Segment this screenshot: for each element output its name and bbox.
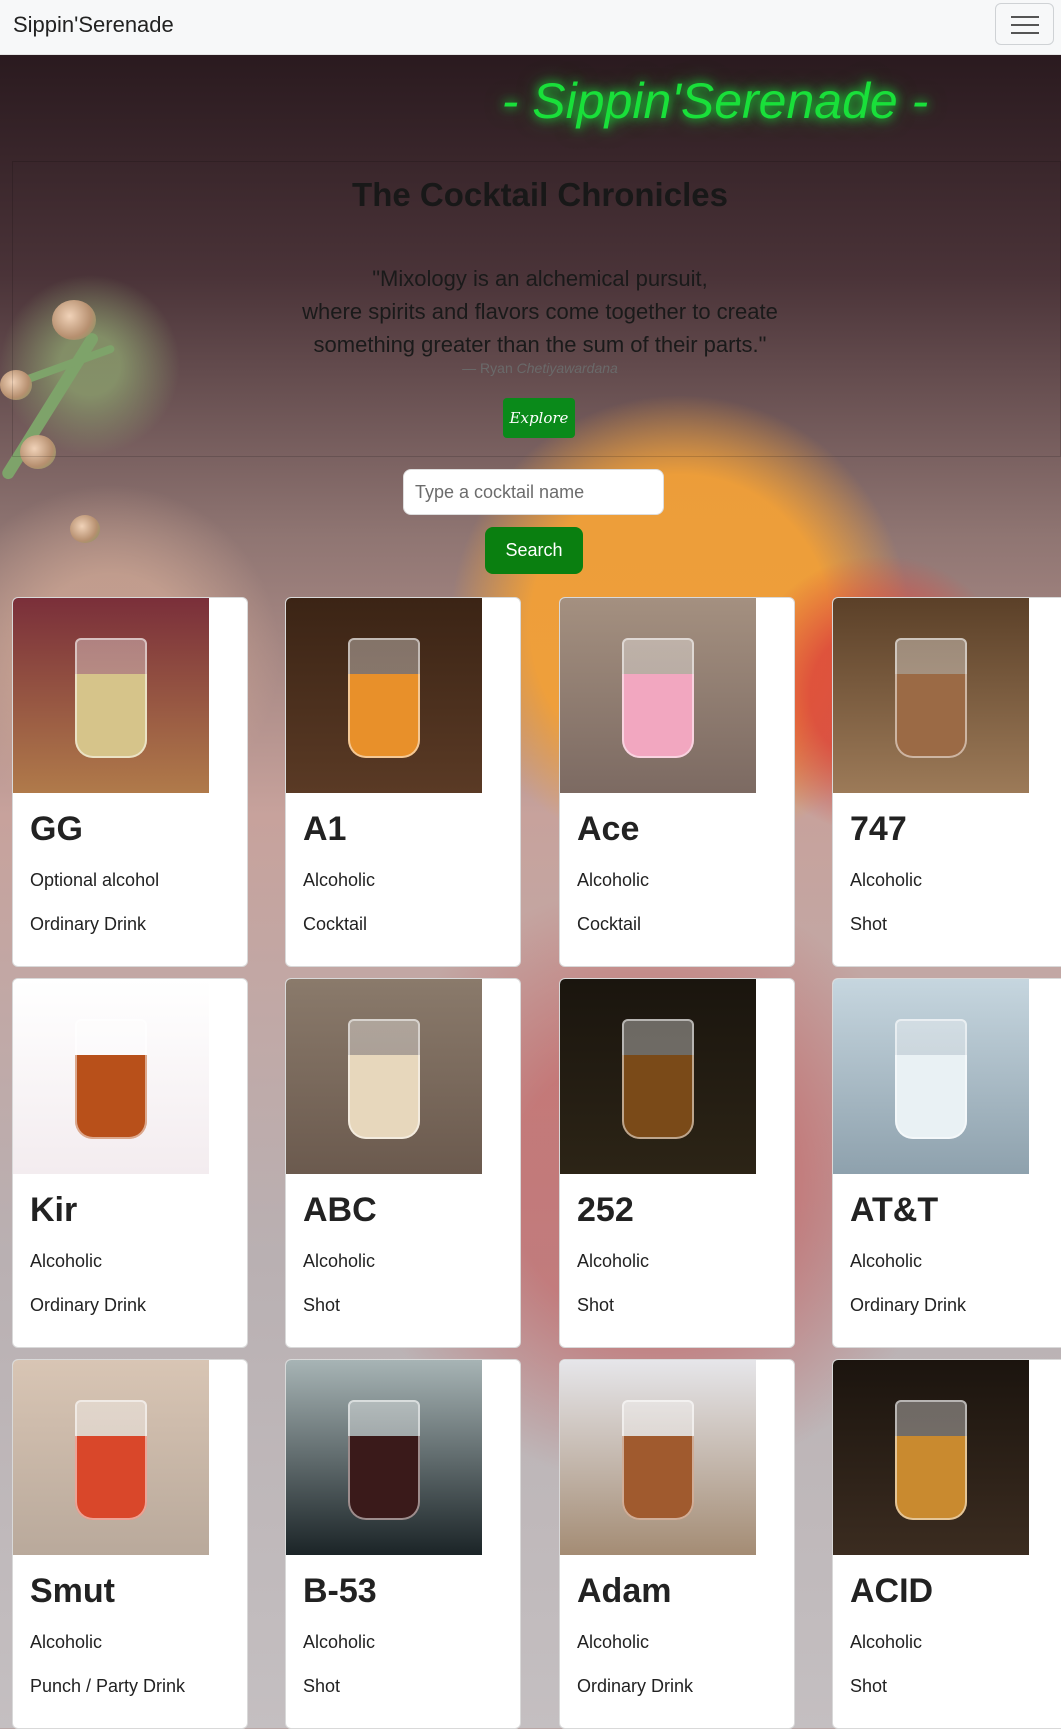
cocktail-image[interactable]: [833, 598, 1029, 793]
cocktail-alcoholic: Alcoholic: [850, 1632, 923, 1652]
cocktail-alcoholic: Alcoholic: [303, 1632, 376, 1652]
hero-quote: "Mixology is an alchemical pursuit, wher…: [260, 262, 820, 361]
cocktail-image[interactable]: [286, 598, 482, 793]
cocktail-card[interactable]: ACID Alcoholic Shot: [832, 1359, 1061, 1729]
cocktail-name: 747: [850, 810, 907, 848]
cocktail-name: B-53: [303, 1572, 377, 1610]
cocktail-alcoholic: Alcoholic: [30, 1632, 103, 1652]
cocktail-alcoholic: Alcoholic: [577, 1632, 650, 1652]
cocktail-category: Ordinary Drink: [30, 914, 147, 934]
cocktail-category: Shot: [577, 1295, 615, 1315]
navbar: Sippin'Serenade: [0, 0, 1061, 55]
cocktail-category: Shot: [303, 1295, 341, 1315]
cocktail-search-input[interactable]: [403, 469, 664, 515]
glass-icon: [75, 1400, 147, 1520]
cocktail-category: Ordinary Drink: [30, 1295, 147, 1315]
glass-icon: [895, 1400, 967, 1520]
cocktail-category: Shot: [850, 1676, 888, 1696]
navbar-brand[interactable]: Sippin'Serenade: [13, 12, 174, 38]
glass-icon: [622, 1019, 694, 1139]
cocktail-card[interactable]: B-53 Alcoholic Shot: [285, 1359, 521, 1729]
cocktail-category: Cocktail: [577, 914, 642, 934]
hero-subtitle: The Cocktail Chronicles: [352, 176, 728, 213]
glass-icon: [348, 1400, 420, 1520]
cocktail-alcoholic: Alcoholic: [303, 1251, 376, 1271]
cocktail-card[interactable]: Adam Alcoholic Ordinary Drink: [559, 1359, 795, 1729]
cocktail-image[interactable]: [833, 979, 1029, 1174]
hero-title: - Sippin'Serenade -: [501, 73, 929, 129]
cocktail-name: 252: [577, 1191, 634, 1229]
cocktail-name: AT&T: [850, 1191, 939, 1229]
cocktail-image[interactable]: [13, 598, 209, 793]
cocktail-alcoholic: Alcoholic: [577, 1251, 650, 1271]
cocktail-card[interactable]: AT&T Alcoholic Ordinary Drink: [832, 978, 1061, 1348]
glass-icon: [348, 638, 420, 758]
cocktail-alcoholic: Alcoholic: [850, 870, 923, 890]
cocktail-card[interactable]: 252 Alcoholic Shot: [559, 978, 795, 1348]
cocktail-name: ACID: [850, 1572, 934, 1610]
cocktail-image[interactable]: [286, 979, 482, 1174]
cocktail-card[interactable]: Kir Alcoholic Ordinary Drink: [12, 978, 248, 1348]
glass-icon: [75, 638, 147, 758]
cocktail-image[interactable]: [560, 979, 756, 1174]
glass-icon: [348, 1019, 420, 1139]
cocktail-name: Kir: [30, 1191, 78, 1229]
cocktail-name: Smut: [30, 1572, 115, 1610]
glass-icon: [895, 1019, 967, 1139]
cocktail-category: Cocktail: [303, 914, 368, 934]
cocktail-image[interactable]: [833, 1360, 1029, 1555]
cocktail-card[interactable]: Ace Alcoholic Cocktail: [559, 597, 795, 967]
glass-icon: [895, 638, 967, 758]
explore-button[interactable]: Explore: [503, 398, 575, 438]
cocktail-category: Shot: [850, 914, 888, 934]
quote-line: "Mixology is an alchemical pursuit,: [372, 266, 708, 291]
cocktail-name: Adam: [577, 1572, 672, 1610]
cocktail-name: ABC: [303, 1191, 377, 1229]
cocktail-card[interactable]: A1 Alcoholic Cocktail: [285, 597, 521, 967]
cocktail-alcoholic: Alcoholic: [303, 870, 376, 890]
glass-icon: [622, 638, 694, 758]
cocktail-image[interactable]: [13, 979, 209, 1174]
cocktail-alcoholic: Alcoholic: [850, 1251, 923, 1271]
author-name: Chetiyawardana: [516, 360, 618, 376]
glass-icon: [75, 1019, 147, 1139]
cocktail-card[interactable]: 747 Alcoholic Shot: [832, 597, 1061, 967]
glass-icon: [622, 1400, 694, 1520]
cocktail-alcoholic: Alcoholic: [577, 870, 650, 890]
cocktail-category: Ordinary Drink: [850, 1295, 967, 1315]
cocktail-category: Shot: [303, 1676, 341, 1696]
cocktail-image[interactable]: [560, 598, 756, 793]
cocktail-name: Ace: [577, 810, 640, 848]
quote-line: where spirits and flavors come together …: [302, 299, 778, 324]
menu-toggle-button[interactable]: [995, 3, 1054, 45]
cocktail-alcoholic: Alcoholic: [30, 1251, 103, 1271]
quote-line: something greater than the sum of their …: [313, 332, 767, 357]
cocktail-category: Punch / Party Drink: [30, 1676, 186, 1696]
cocktail-name: GG: [30, 810, 83, 848]
cocktail-card[interactable]: ABC Alcoholic Shot: [285, 978, 521, 1348]
cocktail-category: Ordinary Drink: [577, 1676, 694, 1696]
cocktail-image[interactable]: [13, 1360, 209, 1555]
cocktail-card[interactable]: GG Optional alcohol Ordinary Drink: [12, 597, 248, 967]
cocktail-alcoholic: Optional alcohol: [30, 870, 160, 890]
search-button[interactable]: Search: [485, 527, 583, 574]
cocktail-image[interactable]: [286, 1360, 482, 1555]
cocktail-name: A1: [303, 810, 347, 848]
author-prefix: — Ryan: [462, 360, 513, 376]
quote-author: — Ryan Chetiyawardana: [380, 360, 700, 376]
cocktail-card[interactable]: Smut Alcoholic Punch / Party Drink: [12, 1359, 248, 1729]
cocktail-image[interactable]: [560, 1360, 756, 1555]
